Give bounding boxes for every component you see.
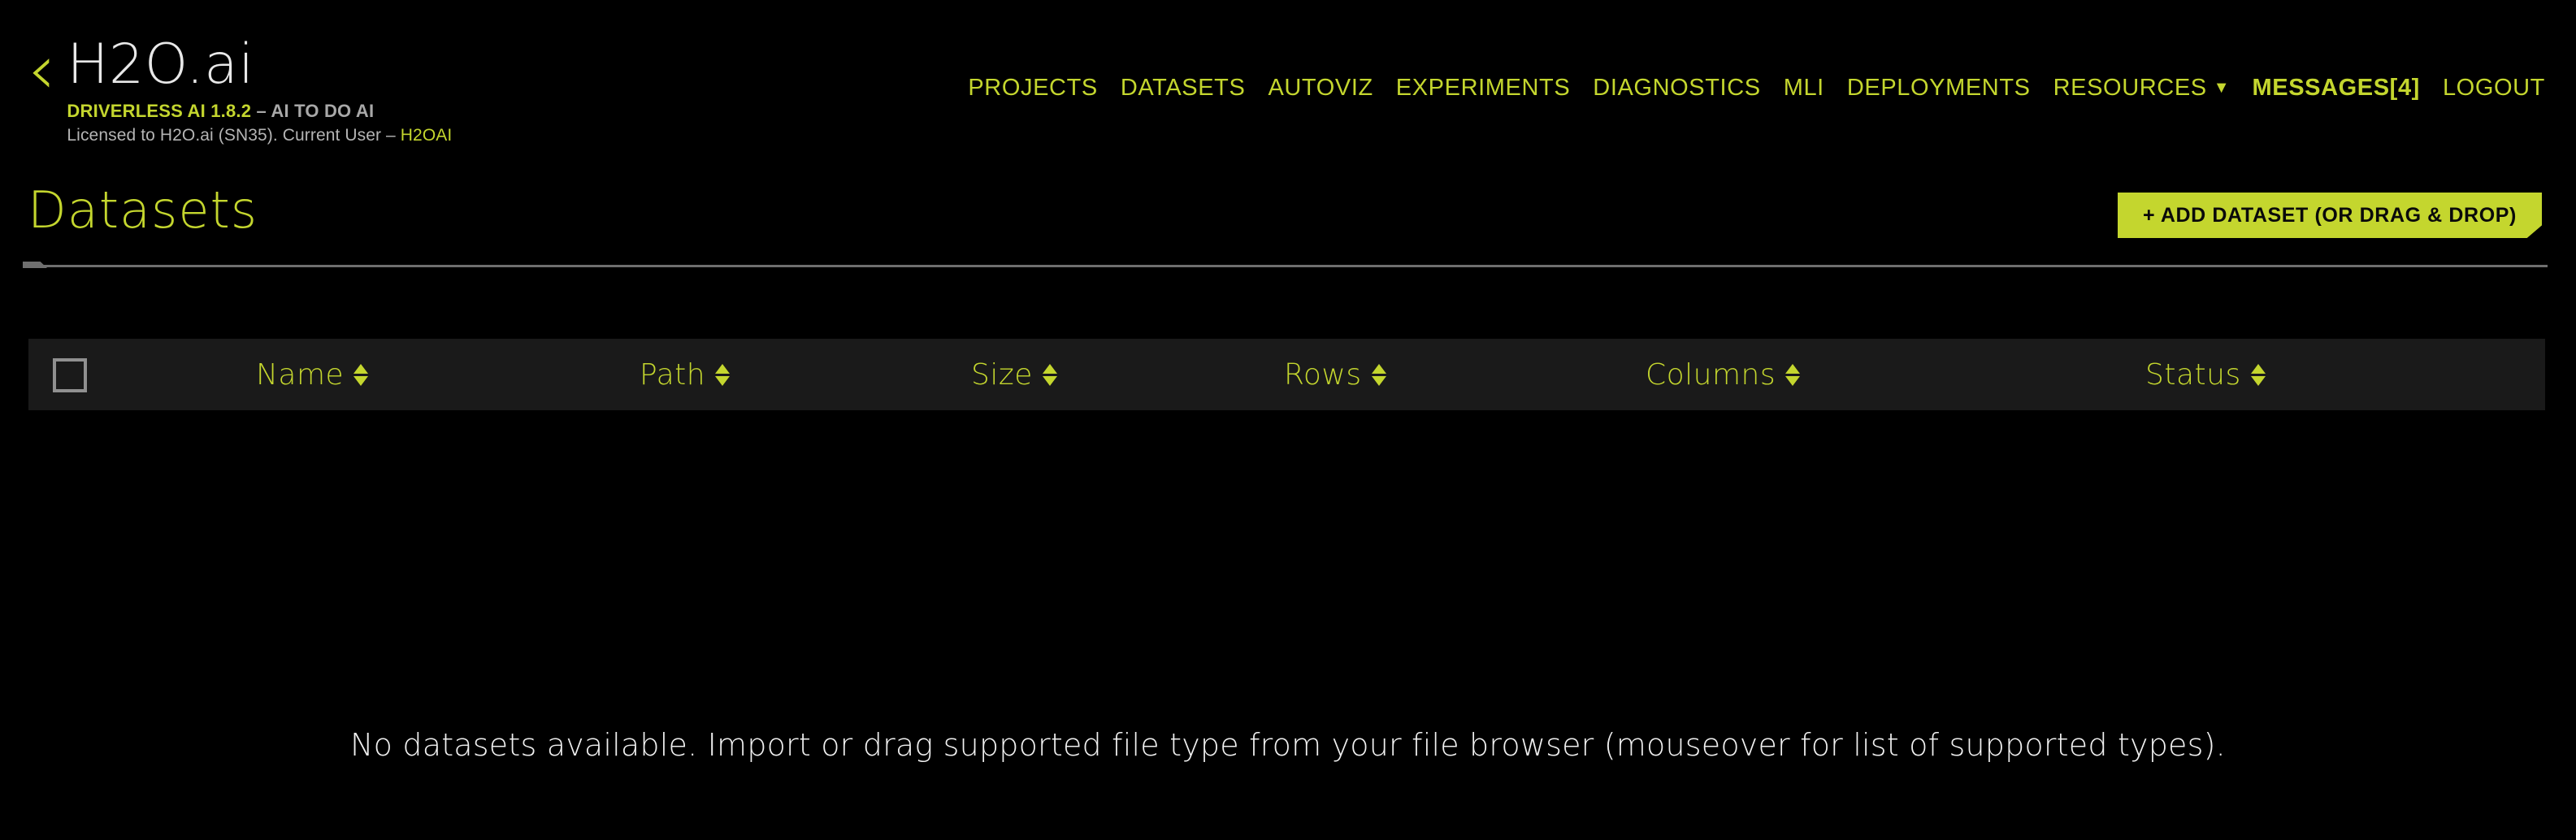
column-header-path[interactable]: Path xyxy=(640,339,731,410)
divider-line xyxy=(28,265,2548,267)
sort-arrows-icon[interactable] xyxy=(353,363,369,386)
column-header-path-label: Path xyxy=(640,357,706,392)
nav-item-logout[interactable]: LOGOUT xyxy=(2443,75,2545,102)
license-line: Licensed to H2O.ai (SN35). Current User … xyxy=(67,126,452,145)
sort-descending-icon xyxy=(1042,375,1057,386)
sort-descending-icon xyxy=(1371,375,1386,386)
nav-item-mli[interactable]: MLI xyxy=(1784,75,1824,102)
sort-arrows-icon[interactable] xyxy=(1785,363,1801,386)
column-header-rows[interactable]: Rows xyxy=(1284,339,1386,410)
select-all-checkbox[interactable] xyxy=(53,358,87,392)
column-header-status[interactable]: Status xyxy=(2145,339,2266,410)
nav-item-projects[interactable]: PROJECTS xyxy=(968,75,1098,102)
column-header-rows-label: Rows xyxy=(1284,357,1362,392)
top-bar: ‹ H2O.ai DRIVERLESS AI 1.8.2 – AI TO DO … xyxy=(0,0,2576,177)
brand-title: H2O.ai xyxy=(67,32,254,97)
sort-descending-icon xyxy=(2250,375,2266,386)
app-root: ‹ H2O.ai DRIVERLESS AI 1.8.2 – AI TO DO … xyxy=(0,0,2576,840)
sort-ascending-icon xyxy=(715,363,731,374)
back-chevron-icon[interactable]: ‹ xyxy=(28,35,55,105)
page-title: Datasets xyxy=(28,180,258,240)
nav-item-diagnostics[interactable]: DIAGNOSTICS xyxy=(1593,75,1760,102)
nav-item-messages[interactable]: MESSAGES[4] xyxy=(2253,75,2420,102)
product-version-line: DRIVERLESS AI 1.8.2 – AI TO DO AI xyxy=(67,101,452,122)
column-header-size-label: Size xyxy=(971,357,1033,392)
sort-descending-icon xyxy=(1785,375,1801,386)
sort-arrows-icon[interactable] xyxy=(1042,363,1057,386)
sort-ascending-icon xyxy=(353,363,369,374)
content-divider xyxy=(0,262,2576,270)
datasets-table-header: Name Path Size Rows Columns Status xyxy=(28,339,2545,410)
brand-block: ‹ H2O.ai DRIVERLESS AI 1.8.2 – AI TO DO … xyxy=(28,35,452,145)
product-version-accent: DRIVERLESS AI 1.8.2 xyxy=(67,101,252,121)
nav-item-experiments[interactable]: EXPERIMENTS xyxy=(1396,75,1570,102)
sort-arrows-icon[interactable] xyxy=(715,363,731,386)
column-header-columns-label: Columns xyxy=(1646,357,1776,392)
sort-descending-icon xyxy=(353,375,369,386)
nav-item-autoviz[interactable]: AUTOVIZ xyxy=(1268,75,1373,102)
chevron-down-icon[interactable]: ▼ xyxy=(2214,79,2230,97)
nav-item-resources[interactable]: RESOURCES xyxy=(2053,75,2207,102)
sort-descending-icon xyxy=(715,375,731,386)
product-version-tagline: – AI TO DO AI xyxy=(251,101,375,121)
brand-text: H2O.ai DRIVERLESS AI 1.8.2 – AI TO DO AI… xyxy=(67,37,452,145)
sort-arrows-icon[interactable] xyxy=(1371,363,1386,386)
sort-ascending-icon xyxy=(1371,363,1386,374)
nav-item-deployments[interactable]: DEPLOYMENTS xyxy=(1847,75,2031,102)
column-header-columns[interactable]: Columns xyxy=(1646,339,1801,410)
column-header-status-label: Status xyxy=(2145,357,2241,392)
sort-ascending-icon xyxy=(1785,363,1801,374)
sort-arrows-icon[interactable] xyxy=(2250,363,2266,386)
column-header-name-label: Name xyxy=(256,357,345,392)
sort-ascending-icon xyxy=(2250,363,2266,374)
nav-item-datasets[interactable]: DATASETS xyxy=(1121,75,1246,102)
sort-ascending-icon xyxy=(1042,363,1057,374)
column-header-size[interactable]: Size xyxy=(971,339,1057,410)
current-user-name: H2OAI xyxy=(400,126,453,145)
license-text: Licensed to H2O.ai (SN35). Current User … xyxy=(67,126,401,145)
add-dataset-button[interactable]: + ADD DATASET (OR DRAG & DROP) xyxy=(2118,193,2542,238)
main-navigation: PROJECTS DATASETS AUTOVIZ EXPERIMENTS DI… xyxy=(968,75,2545,102)
column-header-name[interactable]: Name xyxy=(256,339,369,410)
empty-state-message: No datasets available. Import or drag su… xyxy=(350,727,2226,763)
